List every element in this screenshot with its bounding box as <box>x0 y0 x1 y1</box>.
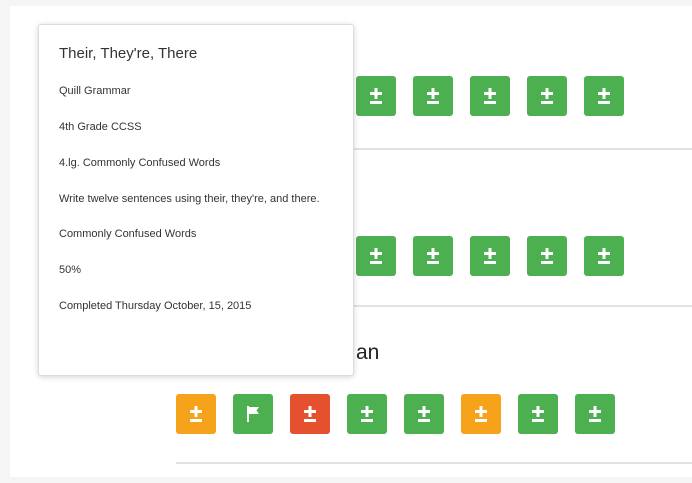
activity-tooltip: Their, They're, There Quill Grammar 4th … <box>38 24 354 376</box>
plus-minus-icon <box>356 403 378 425</box>
activity-tile-green[interactable] <box>584 76 624 116</box>
plus-minus-icon <box>536 85 558 107</box>
activity-tile-green[interactable] <box>356 236 396 276</box>
activity-tile-green[interactable] <box>413 236 453 276</box>
activity-row <box>356 76 624 116</box>
activity-tile-green[interactable] <box>584 236 624 276</box>
activity-tile-green[interactable] <box>233 394 273 434</box>
activity-tile-red[interactable] <box>290 394 330 434</box>
tooltip-standard-level: 4th Grade CCSS <box>59 121 142 133</box>
plus-minus-icon <box>299 403 321 425</box>
plus-minus-icon <box>422 85 444 107</box>
plus-minus-icon <box>593 85 615 107</box>
tooltip-app: Quill Grammar <box>59 85 131 97</box>
plus-minus-icon <box>593 245 615 267</box>
plus-minus-icon <box>413 403 435 425</box>
activity-tile-green[interactable] <box>347 394 387 434</box>
progress-report-page: an Their, They're, There Quill Grammar 4… <box>0 0 692 483</box>
flag-icon <box>242 403 264 425</box>
activity-tile-green[interactable] <box>413 76 453 116</box>
activity-tile-green[interactable] <box>404 394 444 434</box>
activity-tile-green[interactable] <box>470 76 510 116</box>
plus-minus-icon <box>185 403 207 425</box>
tooltip-completed: Completed Thursday October, 15, 2015 <box>59 300 252 312</box>
student-name: an <box>356 341 380 364</box>
plus-minus-icon <box>536 245 558 267</box>
activity-tile-green[interactable] <box>356 76 396 116</box>
activity-tile-green[interactable] <box>527 76 567 116</box>
tooltip-standard: 4.lg. Commonly Confused Words <box>59 157 221 169</box>
row-divider <box>176 462 692 464</box>
tooltip-title: Their, They're, There <box>59 45 198 62</box>
plus-minus-icon <box>422 245 444 267</box>
activity-row <box>176 394 615 434</box>
plus-minus-icon <box>479 85 501 107</box>
activity-tile-orange[interactable] <box>176 394 216 434</box>
plus-minus-icon <box>470 403 492 425</box>
tooltip-description: Write twelve sentences using their, they… <box>59 193 320 205</box>
activity-tile-orange[interactable] <box>461 394 501 434</box>
plus-minus-icon <box>479 245 501 267</box>
plus-minus-icon <box>527 403 549 425</box>
plus-minus-icon <box>365 245 387 267</box>
tooltip-score: 50% <box>59 264 82 276</box>
plus-minus-icon <box>365 85 387 107</box>
activity-tile-green[interactable] <box>527 236 567 276</box>
activity-tile-green[interactable] <box>518 394 558 434</box>
activity-row <box>356 236 624 276</box>
tooltip-concept: Commonly Confused Words <box>59 228 197 240</box>
plus-minus-icon <box>584 403 606 425</box>
activity-tile-green[interactable] <box>575 394 615 434</box>
activity-tile-green[interactable] <box>470 236 510 276</box>
